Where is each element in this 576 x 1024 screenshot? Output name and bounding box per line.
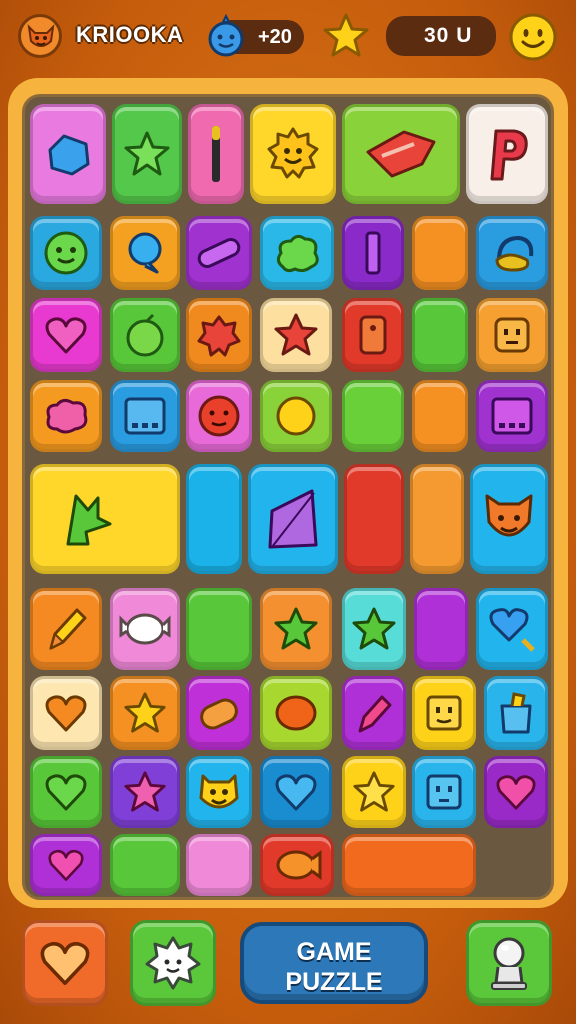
- tile-red-ball-face[interactable]: [186, 380, 252, 452]
- tile-pink-block[interactable]: [186, 834, 252, 896]
- tile-purple-small-heart[interactable]: [30, 834, 102, 896]
- tile-white-candy[interactable]: [110, 588, 180, 670]
- tile-purple-heart[interactable]: [484, 756, 548, 828]
- tile-pink-stick[interactable]: [188, 104, 244, 204]
- cloud-character-button[interactable]: [130, 920, 216, 1006]
- tile-red-block[interactable]: [344, 464, 404, 574]
- game-title-line2: PUZZLE: [285, 968, 383, 996]
- tile-orange-pencil[interactable]: [30, 588, 102, 670]
- fox-avatar-icon[interactable]: [18, 14, 62, 58]
- game-title-line1: GAME: [296, 938, 372, 966]
- tile-orange-block-2[interactable]: [412, 380, 468, 452]
- star-icon: [322, 12, 370, 60]
- tile-blue-heart-lollipop[interactable]: [476, 588, 548, 670]
- tile-orange-egg[interactable]: [260, 676, 332, 750]
- tile-yellow-star-2[interactable]: [342, 756, 406, 828]
- tile-orange-tall-block[interactable]: [410, 464, 464, 574]
- tile-red-star[interactable]: [260, 298, 332, 372]
- tile-yellow-coin[interactable]: [260, 380, 332, 452]
- tile-purple-pencil[interactable]: [342, 676, 406, 750]
- tile-red-letter-p[interactable]: [466, 104, 548, 204]
- tile-red-envelope[interactable]: [342, 104, 460, 204]
- tile-purple-rocket[interactable]: [186, 216, 252, 290]
- tile-green-bush[interactable]: [260, 216, 334, 290]
- tile-orange-green-star[interactable]: [260, 588, 332, 670]
- tile-blue-fox-face[interactable]: [470, 464, 548, 574]
- tile-green-block[interactable]: [412, 298, 468, 372]
- tile-orange-block[interactable]: [412, 216, 468, 290]
- tile-red-phone[interactable]: [342, 298, 404, 372]
- tile-red-leaf[interactable]: [186, 298, 252, 372]
- tile-yellow-star[interactable]: [110, 676, 180, 750]
- tile-green-block-3[interactable]: [186, 588, 252, 670]
- tile-orange-fish[interactable]: [260, 834, 334, 896]
- score-value: 30 U: [424, 24, 473, 47]
- tile-orange-robot[interactable]: [476, 298, 548, 372]
- tile-green-heart[interactable]: [30, 756, 102, 828]
- tile-purple-diamond[interactable]: [248, 464, 338, 574]
- tile-blue-gem[interactable]: [30, 104, 106, 204]
- tile-green-block-4[interactable]: [110, 834, 180, 896]
- tile-yellow-cat-face[interactable]: [186, 756, 252, 828]
- game-puzzle-button[interactable]: GAME PUZZLE: [240, 922, 428, 1004]
- tile-yellow-big-green-arrow[interactable]: [30, 464, 180, 574]
- tile-blue-block[interactable]: [186, 464, 242, 574]
- tile-pink-blob[interactable]: [30, 380, 102, 452]
- tile-green-apple[interactable]: [110, 298, 180, 372]
- tile-blue-bag[interactable]: [484, 676, 548, 750]
- tile-teal-green-star[interactable]: [342, 588, 406, 670]
- robot-button[interactable]: [466, 920, 552, 1006]
- tile-green-face[interactable]: [30, 216, 102, 290]
- heart-button[interactable]: [22, 920, 108, 1006]
- tile-blue-tablet[interactable]: [110, 380, 180, 452]
- tile-blue-balloon[interactable]: [110, 216, 180, 290]
- tile-green-block-2[interactable]: [342, 380, 404, 452]
- tile-orange-wide-block[interactable]: [342, 834, 476, 896]
- smiley-face-icon[interactable]: [508, 12, 558, 62]
- tile-pink-star[interactable]: [110, 756, 180, 828]
- blue-creature-icon: [206, 13, 246, 58]
- tile-blue-box-face[interactable]: [412, 756, 476, 828]
- tile-purple-block[interactable]: [414, 588, 468, 670]
- top-bar: KRIOOKA +20 30 U: [0, 0, 576, 76]
- tile-yellow-box-face[interactable]: [412, 676, 476, 750]
- tile-pink-heart[interactable]: [30, 298, 102, 372]
- tile-blue-heart[interactable]: [260, 756, 332, 828]
- tile-purple-bar[interactable]: [342, 216, 404, 290]
- score-counter: 30 U: [386, 16, 496, 56]
- tile-green-star[interactable]: [112, 104, 182, 204]
- tile-orange-bean[interactable]: [186, 676, 252, 750]
- moves-value: +20: [258, 26, 292, 48]
- tile-yellow-sun-face[interactable]: [250, 104, 336, 204]
- tile-blue-moon[interactable]: [476, 216, 548, 290]
- player-name: KRIOOKA: [76, 22, 184, 47]
- tile-orange-heart[interactable]: [30, 676, 102, 750]
- tile-purple-tablet[interactable]: [476, 380, 548, 452]
